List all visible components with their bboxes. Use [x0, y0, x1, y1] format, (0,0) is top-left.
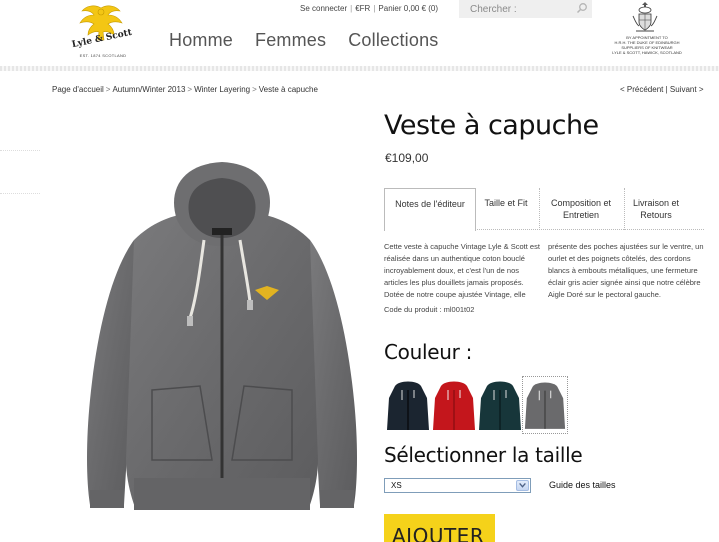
breadcrumb: Page d'accueil > Autumn/Winter 2013 > Winter… — [52, 85, 318, 94]
color-swatch-dark-teal[interactable] — [477, 376, 523, 434]
size-guide-link[interactable]: Guide des tailles — [549, 480, 616, 490]
product-description-right: présente des poches ajustées sur le vent… — [548, 242, 704, 299]
breadcrumb-category[interactable]: Winter Layering — [194, 85, 250, 94]
brand-subline: EST. 1874 SCOTLAND — [79, 53, 127, 58]
add-to-cart-button[interactable]: AJOUTER — [384, 514, 495, 542]
warrant-line: LYLE & SCOTT, HAWICK, SCOTLAND — [612, 50, 682, 55]
previous-link[interactable]: < Précédent — [620, 85, 663, 94]
side-divider — [0, 150, 40, 151]
nav-item-femmes[interactable]: Femmes — [255, 30, 326, 50]
tab-size-fit[interactable]: Taille et Fit — [480, 188, 532, 230]
main-nav: Homme Femmes Collections — [169, 30, 460, 51]
chevron-down-icon[interactable] — [516, 480, 529, 491]
product-code: Code du produit : ml001t02 — [384, 305, 475, 314]
product-pager: < Précédent | Suivant > — [620, 85, 704, 94]
search-icon[interactable] — [576, 2, 588, 14]
search-input[interactable] — [459, 0, 574, 18]
color-label: Couleur : — [384, 340, 473, 364]
tab-composition[interactable]: Composition et Entretien — [542, 188, 620, 230]
side-divider — [0, 193, 40, 194]
nav-item-homme[interactable]: Homme — [169, 30, 233, 50]
breadcrumb-separator: > — [187, 85, 193, 94]
color-swatch-red[interactable] — [431, 376, 477, 434]
tab-label: Taille et Fit — [484, 198, 528, 208]
breadcrumb-separator: > — [252, 85, 257, 94]
size-select[interactable]: XS — [384, 478, 531, 493]
search-box — [459, 0, 592, 18]
site-header: Lyle & Scott EST. 1874 SCOTLAND Se conne… — [0, 0, 719, 72]
tab-label: Notes de l'éditeur — [395, 199, 465, 209]
next-link[interactable]: Suivant > — [670, 85, 704, 94]
product-image[interactable] — [72, 160, 372, 520]
account-bar: Se connecter | €FR | Panier 0,00 € (0) — [297, 4, 441, 13]
product-description-left: Cette veste à capuche Vintage Lyle & Sco… — [384, 242, 540, 299]
royal-crest-icon — [632, 2, 658, 32]
product-price: €109,00 — [385, 151, 429, 165]
royal-warrant-text: BY APPOINTMENT TO H.R.H. THE DUKE OF EDI… — [608, 35, 686, 55]
tab-editor-notes[interactable]: Notes de l'éditeur — [384, 188, 476, 231]
tab-delivery-returns[interactable]: Livraison et Retours — [628, 188, 684, 230]
color-swatch-grey-marl[interactable] — [522, 376, 568, 434]
tab-divider — [624, 188, 625, 230]
product-info-tabs: Notes de l'éditeur Taille et Fit Composi… — [384, 188, 704, 231]
cart-link[interactable]: Panier 0,00 € (0) — [375, 4, 441, 13]
tab-divider — [539, 188, 540, 230]
color-swatch-navy[interactable] — [385, 376, 431, 434]
tab-label: Composition et Entretien — [550, 198, 612, 220]
breadcrumb-current: Veste à capuche — [258, 85, 318, 94]
size-select-value: XS — [391, 481, 402, 490]
header-divider — [0, 66, 719, 71]
login-link[interactable]: Se connecter — [297, 4, 350, 13]
product-title: Veste à capuche — [384, 110, 599, 141]
breadcrumb-season[interactable]: Autumn/Winter 2013 — [112, 85, 185, 94]
tab-label: Livraison et Retours — [632, 198, 680, 220]
currency-link[interactable]: €FR — [352, 4, 373, 13]
breadcrumb-home[interactable]: Page d'accueil — [52, 85, 104, 94]
size-label: Sélectionner la taille — [384, 443, 583, 467]
nav-item-collections[interactable]: Collections — [348, 30, 438, 50]
